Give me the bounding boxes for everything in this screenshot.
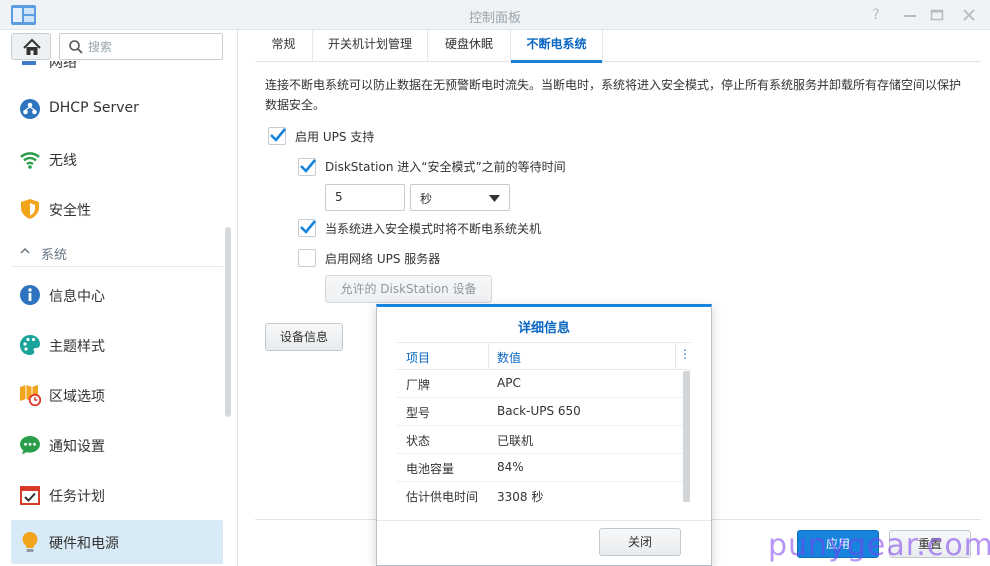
help-icon[interactable]: ? — [866, 5, 886, 25]
tab-bar: 常规 开关机计划管理 硬盘休眠 不断电系统 — [255, 30, 981, 63]
wait-time-input[interactable]: 5 — [325, 184, 405, 211]
sidebar: 网络 DHCP Server 无线 安全性 系统 — [0, 30, 238, 566]
table-row[interactable]: 厂牌 APC — [397, 370, 683, 398]
shutdown-ups-checkbox[interactable] — [298, 219, 317, 237]
row-item: 厂牌 — [406, 378, 431, 392]
row-item: 型号 — [406, 406, 431, 420]
caret-down-icon — [489, 195, 500, 202]
checkmark-icon — [300, 159, 317, 173]
home-icon — [23, 38, 41, 55]
enable-ups-checkbox[interactable] — [268, 127, 287, 145]
grid-scrollbar[interactable] — [683, 371, 690, 502]
enable-ups-label: 启用 UPS 支持 — [295, 130, 375, 144]
row-value: Back-UPS 650 — [497, 404, 581, 418]
wifi-icon — [20, 152, 40, 169]
table-row[interactable]: 估计供电时间 3308 秒 — [397, 482, 683, 510]
sidebar-item-label: DHCP Server — [49, 100, 139, 116]
column-header-item[interactable]: 项目 — [406, 349, 430, 366]
wait-time-unit-value: 秒 — [420, 192, 433, 206]
window-title: 控制面板 — [468, 11, 521, 26]
home-button[interactable] — [11, 33, 51, 60]
sidebar-item-label: 无线 — [49, 153, 77, 169]
row-item: 估计供电时间 — [406, 490, 479, 504]
ups-description: 连接不断电系统可以防止数据在无预警断电时流失。当断电时，系统将进入安全模式，停止… — [265, 78, 962, 112]
sidebar-item-label: 安全性 — [49, 203, 91, 219]
grid-header: 项目 数值 ⋮ — [397, 342, 691, 370]
sidebar-item-network-label: 网络 — [49, 61, 77, 71]
close-button[interactable]: 关闭 — [599, 528, 681, 556]
search-input[interactable] — [88, 38, 216, 56]
sidebar-item-label: 通知设置 — [49, 439, 105, 455]
network-ups-label: 启用网络 UPS 服务器 — [325, 252, 441, 266]
row-value: 已联机 — [497, 434, 534, 448]
sidebar-item-label: 主题样式 — [49, 339, 105, 355]
row-value: 3308 秒 — [497, 490, 544, 504]
row-item: 电池容量 — [406, 462, 455, 476]
checkmark-icon — [270, 128, 287, 142]
sidebar-item-regional-options[interactable]: 区域选项 — [11, 373, 223, 417]
sidebar-item-security[interactable]: 安全性 — [11, 187, 223, 231]
tab-ups[interactable]: 不断电系统 — [511, 30, 603, 63]
dhcp-server-icon — [20, 99, 40, 119]
details-dialog: 详细信息 项目 数值 ⋮ 厂牌 APC 型号 Back-UPS 650 状态 已… — [376, 304, 712, 566]
maximize-icon[interactable] — [927, 5, 947, 25]
lightbulb-icon — [22, 532, 38, 552]
info-icon — [20, 285, 40, 305]
title-bar: 控制面板 ? — [0, 0, 990, 30]
row-value: APC — [497, 376, 521, 390]
sidebar-item-label: 区域选项 — [49, 389, 105, 405]
dialog-title: 详细信息 — [517, 321, 570, 336]
close-icon[interactable] — [959, 5, 979, 25]
watermark: punygear.com — [768, 528, 990, 563]
tab-hdd-hibernation[interactable]: 硬盘休眠 — [428, 30, 511, 61]
sidebar-item-task-scheduler[interactable]: 任务计划 — [11, 473, 223, 517]
search-icon — [69, 40, 83, 54]
section-label: 系统 — [41, 248, 68, 263]
table-row[interactable]: 电池容量 84% — [397, 454, 683, 482]
tab-power-schedule[interactable]: 开关机计划管理 — [313, 30, 428, 61]
shield-icon — [21, 199, 39, 219]
sidebar-scrollbar[interactable] — [225, 227, 231, 417]
map-clock-icon — [20, 385, 41, 406]
minimize-icon[interactable] — [900, 5, 920, 25]
wait-time-checkbox[interactable] — [298, 158, 317, 176]
device-info-button[interactable]: 设备信息 — [265, 323, 343, 351]
sidebar-item-hardware-power[interactable]: 硬件和电源 — [11, 520, 223, 564]
table-row[interactable]: 型号 Back-UPS 650 — [397, 398, 683, 426]
sidebar-item-theme[interactable]: 主题样式 — [11, 323, 223, 367]
shutdown-ups-label: 当系统进入安全模式时将不断电系统关机 — [325, 222, 542, 236]
wait-time-unit-select[interactable]: 秒 — [410, 184, 510, 211]
column-header-value[interactable]: 数值 — [497, 349, 521, 366]
column-menu-icon[interactable]: ⋮ — [679, 347, 691, 365]
sidebar-item-wireless[interactable]: 无线 — [11, 137, 223, 181]
chat-bubble-icon — [20, 436, 40, 455]
wait-time-label: DiskStation 进入“安全模式”之前的等待时间 — [325, 160, 566, 174]
sidebar-item-info-center[interactable]: 信息中心 — [11, 273, 223, 317]
row-value: 84% — [497, 460, 524, 474]
sidebar-item-notifications[interactable]: 通知设置 — [11, 423, 223, 467]
search-box[interactable] — [59, 33, 223, 60]
sidebar-item-dhcp-server[interactable]: DHCP Server — [11, 87, 223, 131]
section-header-system[interactable]: 系统 — [11, 237, 223, 267]
column-divider — [488, 343, 489, 370]
dialog-divider — [377, 520, 711, 521]
allowed-diskstation-button[interactable]: 允许的 DiskStation 设备 — [325, 275, 492, 303]
sidebar-item-label: 硬件和电源 — [49, 536, 119, 552]
table-row[interactable]: 状态 已联机 — [397, 426, 683, 454]
details-grid: 项目 数值 ⋮ 厂牌 APC 型号 Back-UPS 650 状态 已联机 电池… — [397, 342, 691, 504]
sidebar-item-network-partial[interactable]: 网络 — [22, 61, 82, 71]
palette-icon — [20, 335, 40, 355]
tab-general[interactable]: 常规 — [255, 30, 313, 61]
calendar-check-icon — [20, 486, 40, 505]
row-item: 状态 — [406, 434, 431, 448]
chevron-up-icon — [20, 247, 30, 254]
sidebar-item-label: 信息中心 — [49, 289, 105, 305]
checkmark-icon — [300, 220, 317, 234]
sidebar-item-label: 任务计划 — [49, 489, 105, 505]
column-divider — [675, 343, 676, 370]
network-ups-checkbox[interactable] — [298, 249, 316, 267]
